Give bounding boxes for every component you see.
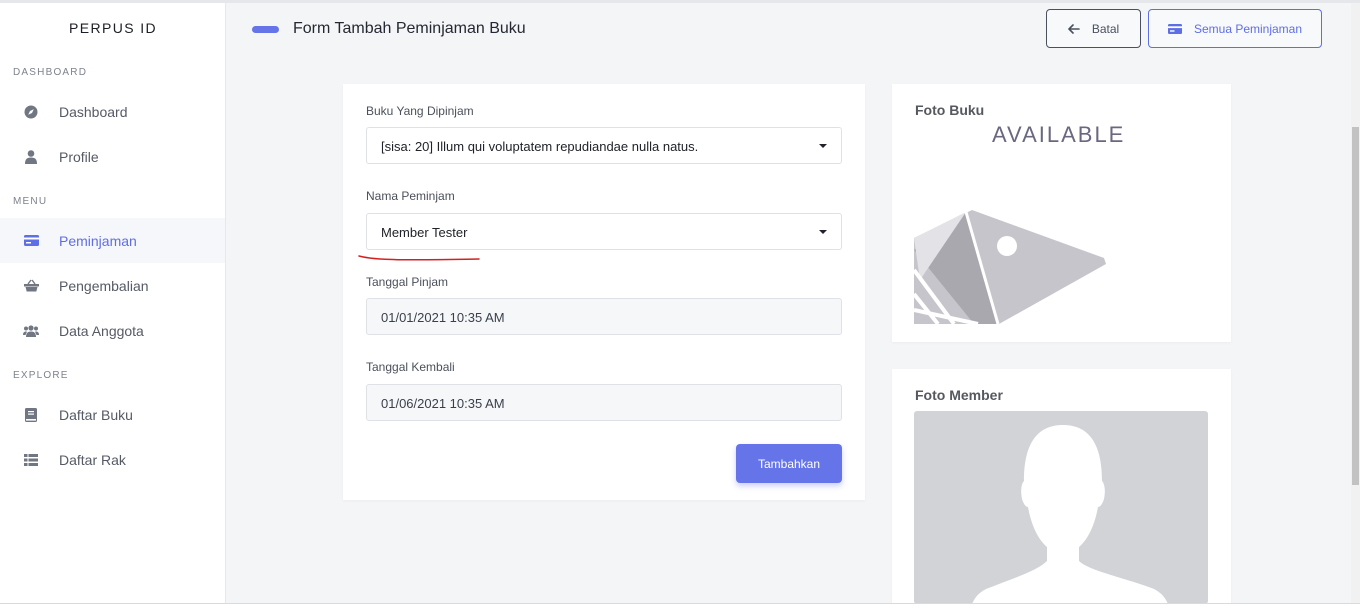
sidebar-item-peminjaman[interactable]: Peminjaman	[0, 218, 225, 263]
borrower-field-label: Nama Peminjam	[366, 189, 455, 203]
list-icon	[23, 452, 39, 468]
back-button-label: Batal	[1091, 21, 1120, 36]
compass-icon	[23, 104, 39, 120]
sidebar-item-label: Daftar Buku	[59, 406, 133, 423]
chevron-down-icon	[819, 144, 827, 148]
section-title-explore: EXPLORE	[13, 370, 69, 381]
sidebar: PERPUS ID DASHBOARD Dashboard Profile ME…	[0, 3, 226, 603]
page-title: Form Tambah Peminjaman Buku	[293, 20, 526, 37]
back-button[interactable]: Batal	[1046, 9, 1141, 48]
sidebar-item-dashboard[interactable]: Dashboard	[0, 89, 225, 134]
member-photo-title: Foto Member	[915, 387, 1003, 403]
book-placeholder-text: AVAILABLE	[992, 122, 1126, 147]
sidebar-item-label: Peminjaman	[59, 232, 137, 249]
sidebar-item-profile[interactable]: Profile	[0, 134, 225, 179]
chevron-down-icon	[819, 230, 827, 234]
section-title-dashboard: DASHBOARD	[13, 67, 88, 78]
basket-icon	[23, 278, 39, 294]
all-loans-button-label: Semua Peminjaman	[1193, 21, 1303, 36]
sidebar-item-data-anggota[interactable]: Data Anggota	[0, 308, 225, 353]
header-accent-bar	[252, 26, 279, 33]
arrow-left-icon	[1068, 23, 1080, 34]
user-icon	[23, 149, 39, 165]
return-date-label: Tanggal Kembali	[366, 360, 455, 374]
all-loans-button[interactable]: Semua Peminjaman	[1148, 9, 1322, 48]
sidebar-item-daftar-buku[interactable]: Daftar Buku	[0, 392, 225, 437]
book-photo-title: Foto Buku	[915, 102, 985, 118]
card-icon	[23, 233, 39, 249]
sidebar-item-label: Pengembalian	[59, 277, 149, 294]
borrow-date-label: Tanggal Pinjam	[366, 275, 449, 289]
borrower-select[interactable]: Member Tester	[366, 213, 842, 250]
return-date-value: 01/06/2021 10:35 AM	[381, 396, 505, 411]
card-icon	[1167, 23, 1182, 34]
sidebar-item-daftar-rak[interactable]: Daftar Rak	[0, 437, 225, 482]
sidebar-item-pengembalian[interactable]: Pengembalian	[0, 263, 225, 308]
book-placeholder-image	[914, 210, 1106, 324]
return-date-input[interactable]: 01/06/2021 10:35 AM	[366, 384, 842, 421]
brand-logo[interactable]: PERPUS ID	[0, 20, 226, 36]
book-icon	[23, 407, 39, 423]
users-icon	[23, 323, 39, 339]
book-field-label: Buku Yang Dipinjam	[366, 104, 474, 118]
bottom-border	[0, 603, 1360, 610]
sidebar-item-label: Profile	[59, 148, 99, 165]
borrow-date-input[interactable]: 01/01/2021 10:35 AM	[366, 298, 842, 335]
sidebar-item-label: Daftar Rak	[59, 451, 126, 468]
submit-button[interactable]: Tambahkan	[736, 444, 842, 483]
book-select[interactable]: [sisa: 20] Illum qui voluptatem repudian…	[366, 127, 842, 164]
sidebar-item-label: Dashboard	[59, 103, 128, 120]
red-underline-annotation	[358, 255, 480, 261]
member-avatar-placeholder	[914, 411, 1208, 604]
borrower-select-value: Member Tester	[381, 225, 468, 240]
section-title-menu: MENU	[13, 196, 48, 207]
sidebar-item-label: Data Anggota	[59, 322, 144, 339]
borrow-date-value: 01/01/2021 10:35 AM	[381, 310, 505, 325]
page-scrollbar-thumb[interactable]	[1352, 127, 1359, 485]
book-select-value: [sisa: 20] Illum qui voluptatem repudian…	[381, 139, 699, 154]
